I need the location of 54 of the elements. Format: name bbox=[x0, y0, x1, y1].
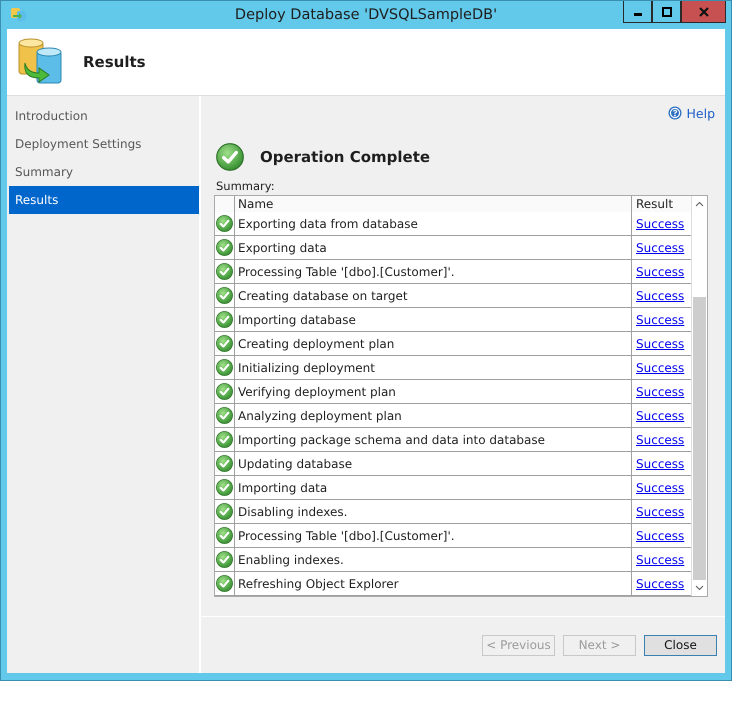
result-link[interactable]: Success bbox=[636, 216, 684, 231]
page-title: Results bbox=[83, 53, 146, 71]
table-cell: Verifying deployment plan bbox=[235, 380, 632, 404]
table-cell: Creating deployment plan bbox=[235, 332, 632, 356]
help-link[interactable]: Help bbox=[686, 106, 715, 120]
table-cell: Processing Table '[dbo].[Customer]'. bbox=[235, 260, 632, 284]
table-cell: Importing data bbox=[235, 476, 632, 500]
success-icon bbox=[216, 143, 244, 171]
result-link[interactable]: Success bbox=[636, 240, 684, 255]
status-title: Operation Complete bbox=[260, 148, 430, 166]
result-link[interactable]: Success bbox=[636, 312, 684, 327]
maximize-button[interactable] bbox=[652, 1, 681, 23]
result-link[interactable]: Success bbox=[636, 480, 684, 495]
result-link[interactable]: Success bbox=[636, 336, 684, 351]
result-link[interactable]: Success bbox=[636, 552, 684, 567]
result-link[interactable]: Success bbox=[636, 432, 684, 447]
sidebar-item[interactable]: Deployment Settings bbox=[9, 130, 199, 158]
minimize-icon bbox=[634, 13, 642, 16]
table-cell: Disabling indexes. bbox=[235, 500, 632, 524]
table-cell: Exporting data bbox=[235, 236, 632, 260]
column-header[interactable]: Name bbox=[235, 196, 632, 212]
table-cell: Exporting data from database bbox=[235, 212, 632, 236]
minimize-button[interactable] bbox=[623, 1, 652, 23]
table-cell: Creating database on target bbox=[235, 284, 632, 308]
result-link[interactable]: Success bbox=[636, 528, 684, 543]
scrollbar[interactable] bbox=[691, 196, 707, 596]
sidebar-item[interactable]: Summary bbox=[9, 158, 199, 186]
table-cell: Importing package schema and data into database bbox=[235, 428, 632, 452]
column-header[interactable]: Result bbox=[632, 197, 691, 212]
table-cell: Initializing deployment bbox=[235, 356, 632, 380]
close-icon bbox=[698, 6, 708, 16]
sidebar-item[interactable]: Results bbox=[9, 186, 199, 214]
database-icon bbox=[10, 6, 28, 22]
sidebar-item[interactable]: Introduction bbox=[9, 102, 199, 130]
result-link[interactable]: Success bbox=[636, 408, 684, 423]
table-cell: Enabling indexes. bbox=[235, 548, 632, 572]
help-icon[interactable] bbox=[668, 106, 682, 120]
table-cell: Processing Table '[dbo].[Customer]'. bbox=[235, 524, 632, 548]
result-link[interactable]: Success bbox=[636, 360, 684, 375]
table-cell: Importing database bbox=[235, 308, 632, 332]
wizard-button[interactable]: Close bbox=[644, 634, 717, 656]
table-cell: Analyzing deployment plan bbox=[235, 404, 632, 428]
result-link[interactable]: Success bbox=[636, 384, 684, 399]
result-link[interactable]: Success bbox=[636, 504, 684, 519]
window-title: Deploy Database 'DVSQLSampleDB' bbox=[234, 7, 498, 23]
close-button[interactable] bbox=[681, 1, 726, 23]
table-cell: Refreshing Object Explorer bbox=[235, 572, 632, 596]
result-link[interactable]: Success bbox=[636, 264, 684, 279]
result-link[interactable]: Success bbox=[636, 456, 684, 471]
maximize-icon bbox=[662, 6, 672, 16]
summary-label: Summary: bbox=[216, 179, 276, 193]
result-link[interactable]: Success bbox=[636, 576, 684, 591]
result-link[interactable]: Success bbox=[636, 288, 684, 303]
table-cell: Updating database bbox=[235, 452, 632, 476]
